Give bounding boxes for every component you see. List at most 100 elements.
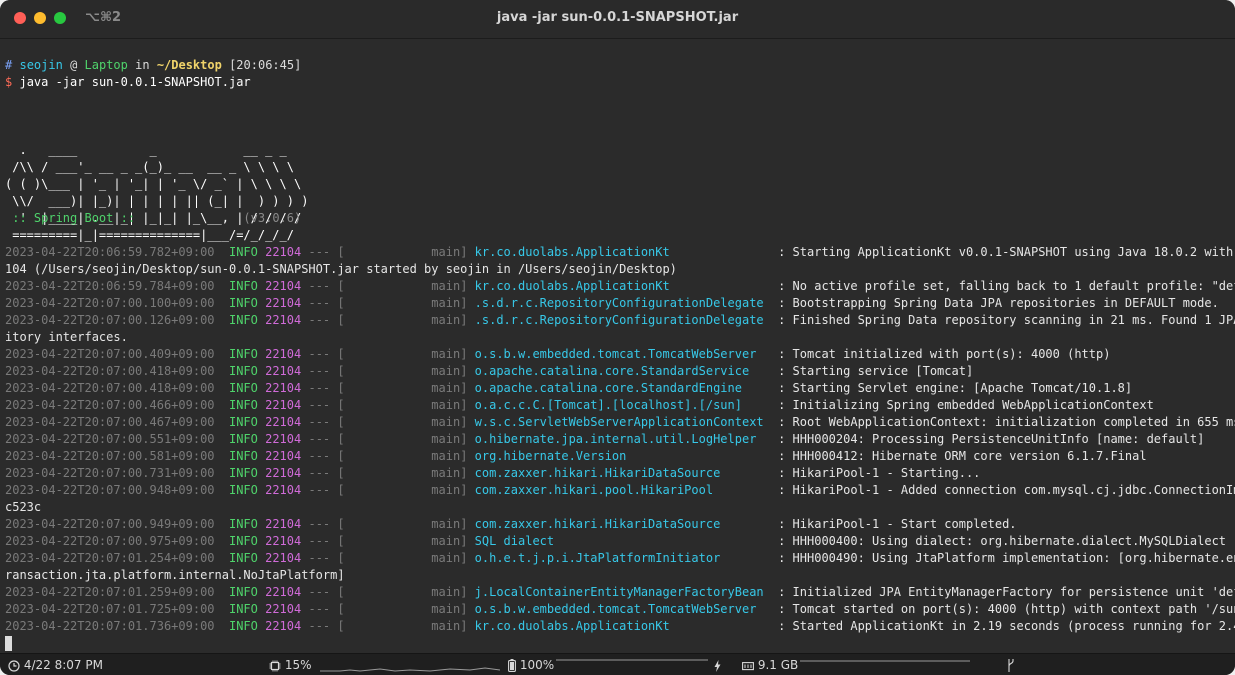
log-message: : Initializing Spring embedded WebApplic…: [778, 398, 1154, 412]
log-timestamp: 2023-04-22T20:07:00.948+09:00: [5, 483, 215, 497]
cpu-item: 15%: [269, 658, 312, 672]
log-thread: main]: [351, 534, 468, 548]
banner-line: =========|_|==============|___/=/_/_/_/: [5, 228, 294, 242]
log-line: 2023-04-22T20:07:00.418+09:00 INFO 22104…: [5, 363, 973, 380]
title-bar: ⌥⌘2 java -jar sun-0.0.1-SNAPSHOT.jar: [0, 0, 1235, 39]
log-pid: 22104: [265, 415, 302, 429]
spring-boot-label: :: Spring Boot ::: [5, 211, 143, 225]
log-logger: o.s.b.w.embedded.tomcat.TomcatWebServer: [474, 602, 771, 616]
terminal-window: ⌥⌘2 java -jar sun-0.0.1-SNAPSHOT.jar # s…: [0, 0, 1235, 675]
log-message: 104 (/Users/seojin/Desktop/sun-0.0.1-SNA…: [5, 262, 677, 276]
log-line: 2023-04-22T20:07:01.725+09:00 INFO 22104…: [5, 601, 1235, 618]
battery-item: 100%: [508, 658, 554, 672]
log-timestamp: 2023-04-22T20:07:00.949+09:00: [5, 517, 215, 531]
window-title: java -jar sun-0.0.1-SNAPSHOT.jar: [496, 10, 739, 25]
log-message: : Starting ApplicationKt v0.0.1-SNAPSHOT…: [778, 245, 1235, 259]
log-message: : HikariPool-1 - Starting...: [778, 466, 981, 480]
log-separator: --- [: [308, 415, 345, 429]
log-logger: o.s.b.w.embedded.tomcat.TomcatWebServer: [474, 347, 771, 361]
log-logger: j.LocalContainerEntityManagerFactoryBean: [474, 585, 771, 599]
log-logger: w.s.c.ServletWebServerApplicationContext: [474, 415, 771, 429]
log-timestamp: 2023-04-22T20:07:01.254+09:00: [5, 551, 215, 565]
battery-sparkline: [556, 659, 708, 661]
log-thread: main]: [351, 517, 468, 531]
prompt-hash: #: [5, 58, 13, 72]
log-level: INFO: [228, 415, 258, 429]
log-logger: org.hibernate.Version: [474, 449, 771, 463]
log-thread: main]: [351, 381, 468, 395]
datetime-text: 4/22 8:07 PM: [23, 658, 103, 672]
log-line: 2023-04-22T20:07:00.975+09:00 INFO 22104…: [5, 533, 1226, 550]
log-pid: 22104: [265, 432, 302, 446]
log-timestamp: 2023-04-22T20:07:01.736+09:00: [5, 619, 215, 633]
log-pid: 22104: [265, 551, 302, 565]
log-logger: .s.d.r.c.RepositoryConfigurationDelegate: [474, 296, 771, 310]
log-level: INFO: [228, 534, 258, 548]
log-timestamp: 2023-04-22T20:06:59.784+09:00: [5, 279, 215, 293]
log-timestamp: 2023-04-22T20:07:00.100+09:00: [5, 296, 215, 310]
log-pid: 22104: [265, 364, 302, 378]
memory-icon: [742, 661, 754, 670]
log-timestamp: 2023-04-22T20:07:00.409+09:00: [5, 347, 215, 361]
log-logger: .s.d.r.c.RepositoryConfigurationDelegate: [474, 313, 771, 327]
log-separator: --- [: [308, 381, 345, 395]
log-line: 2023-04-22T20:07:01.736+09:00 INFO 22104…: [5, 618, 1235, 635]
log-message: c523c: [5, 500, 42, 514]
log-pid: 22104: [265, 483, 302, 497]
log-separator: --- [: [308, 245, 345, 259]
log-level: INFO: [228, 381, 258, 395]
log-separator: --- [: [308, 483, 345, 497]
log-line: 2023-04-22T20:07:00.949+09:00 INFO 22104…: [5, 516, 1017, 533]
log-logger: kr.co.duolabs.ApplicationKt: [474, 619, 771, 633]
log-pid: 22104: [265, 279, 302, 293]
log-message: : Tomcat initialized with port(s): 4000 …: [778, 347, 1111, 361]
log-separator: --- [: [308, 585, 345, 599]
cpu-text: 15%: [284, 658, 312, 672]
prompt-dir: ~/Desktop: [156, 58, 222, 72]
log-line: 2023-04-22T20:07:00.581+09:00 INFO 22104…: [5, 448, 1147, 465]
log-level: INFO: [228, 551, 258, 565]
log-pid: 22104: [265, 347, 302, 361]
prompt-host: Laptop: [84, 58, 128, 72]
log-thread: main]: [351, 432, 468, 446]
log-level: INFO: [228, 279, 258, 293]
log-separator: --- [: [308, 398, 345, 412]
command-text: java -jar sun-0.0.1-SNAPSHOT.jar: [19, 75, 251, 89]
log-line-continuation: 104 (/Users/seojin/Desktop/sun-0.0.1-SNA…: [5, 261, 677, 278]
log-thread: main]: [351, 585, 468, 599]
terminal-output[interactable]: # seojin @ Laptop in ~/Desktop [20:06:45…: [0, 39, 1235, 653]
log-level: INFO: [228, 449, 258, 463]
spring-boot-line: :: Spring Boot :: (v3.0.6): [5, 210, 301, 227]
log-line: 2023-04-22T20:07:00.466+09:00 INFO 22104…: [5, 397, 1154, 414]
log-pid: 22104: [265, 619, 302, 633]
prompt-line: # seojin @ Laptop in ~/Desktop [20:06:45…: [5, 57, 301, 74]
log-level: INFO: [228, 483, 258, 497]
log-pid: 22104: [265, 585, 302, 599]
log-logger: o.a.c.c.C.[Tomcat].[localhost].[/sun]: [474, 398, 771, 412]
log-message: : Finished Spring Data repository scanni…: [778, 313, 1235, 327]
clock-icon: [8, 659, 20, 672]
log-separator: --- [: [308, 432, 345, 446]
log-separator: --- [: [308, 347, 345, 361]
log-timestamp: 2023-04-22T20:06:59.782+09:00: [5, 245, 215, 259]
log-logger: o.apache.catalina.core.StandardService: [474, 364, 771, 378]
log-line: 2023-04-22T20:07:00.948+09:00 INFO 22104…: [5, 482, 1235, 499]
command-line: $ java -jar sun-0.0.1-SNAPSHOT.jar: [5, 74, 251, 91]
banner-line: /\\ / ___'_ __ _ _(_)_ __ __ _ \ \ \ \: [5, 160, 294, 174]
log-message: : Tomcat started on port(s): 4000 (http)…: [778, 602, 1235, 616]
log-separator: --- [: [308, 364, 345, 378]
log-timestamp: 2023-04-22T20:07:00.418+09:00: [5, 381, 215, 395]
git-branch-icon: [1008, 659, 1014, 672]
text-cursor: [5, 636, 12, 651]
log-pid: 22104: [265, 313, 302, 327]
log-line: 2023-04-22T20:06:59.784+09:00 INFO 22104…: [5, 278, 1235, 295]
log-level: INFO: [228, 245, 258, 259]
log-separator: --- [: [308, 279, 345, 293]
log-pid: 22104: [265, 466, 302, 480]
log-message: itory interfaces.: [5, 330, 128, 344]
log-level: INFO: [228, 313, 258, 327]
memory-sparkline: [800, 660, 970, 662]
log-level: INFO: [228, 364, 258, 378]
log-timestamp: 2023-04-22T20:07:00.551+09:00: [5, 432, 215, 446]
log-line: 2023-04-22T20:07:00.467+09:00 INFO 22104…: [5, 414, 1235, 431]
